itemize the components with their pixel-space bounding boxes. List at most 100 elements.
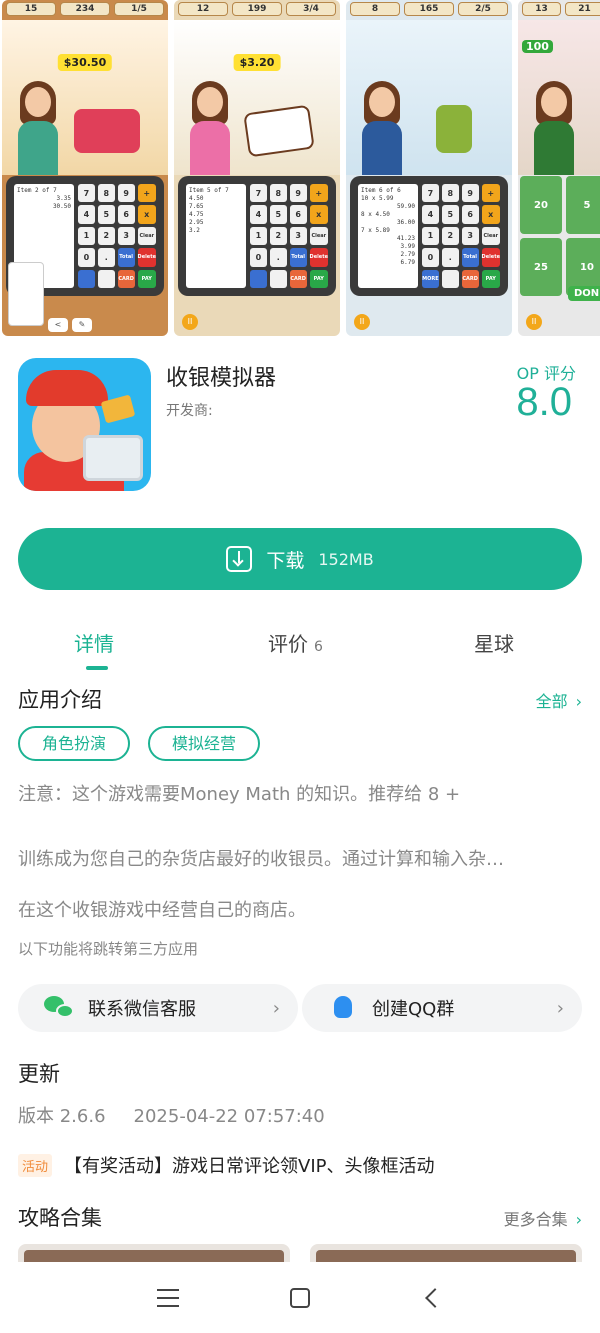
edit-icon: ✎ bbox=[72, 318, 92, 332]
hud-customers: 1/5 bbox=[114, 2, 164, 16]
price-tag: $30.50 bbox=[57, 54, 113, 71]
intro-all-link[interactable]: 全部 › bbox=[536, 688, 582, 712]
tag-role-play[interactable]: 角色扮演 bbox=[18, 726, 131, 761]
qq-group-button[interactable]: 创建QQ群 › bbox=[302, 984, 582, 1032]
intro-line-3: 在这个收银游戏中经营自己的商店。 bbox=[18, 900, 306, 921]
shop-scene: $3.20 bbox=[174, 20, 340, 175]
screenshot-2[interactable]: 12 199 3/4 $3.20 Item 5 of 7 4.50 7.65 4… bbox=[174, 0, 340, 336]
game-hud: 13 21 bbox=[522, 2, 600, 18]
cash-drawer: 20 5 25 10 bbox=[520, 176, 600, 296]
tag-simulation[interactable]: 模拟经营 bbox=[148, 726, 261, 761]
menu-icon bbox=[157, 1288, 179, 1307]
qq-icon bbox=[328, 996, 358, 1020]
keypad: 7 8 9 + 456x 1 2 3 Clear 0. Total Delete CARD PAY bbox=[78, 184, 156, 288]
wechat-service-button[interactable]: 联系微信客服 › bbox=[18, 984, 298, 1032]
system-nav-bar bbox=[0, 1262, 600, 1333]
detail-tabs: 详情 评价 6 星球 bbox=[0, 618, 600, 674]
download-icon bbox=[226, 546, 253, 572]
app-name: 收银模拟器 bbox=[166, 366, 277, 391]
intro-line-2: 训练成为您自己的杂货店最好的收银员。通过计算和输入杂… bbox=[18, 849, 504, 870]
customer-figure bbox=[360, 79, 404, 175]
hud-money: 21 bbox=[565, 2, 600, 16]
customer-figure bbox=[188, 79, 232, 175]
coin-25: 25 bbox=[520, 238, 562, 296]
shop-scene bbox=[346, 20, 512, 175]
event-badge: 活动 bbox=[18, 1153, 53, 1177]
game-hud: 15 234 1/5 bbox=[6, 2, 164, 18]
score-value: 8.0 bbox=[516, 380, 572, 424]
chevron-right-icon: › bbox=[575, 692, 582, 711]
screenshot-carousel[interactable]: 15 234 1/5 $30.50 Item 2 of 7 3.35 30.50… bbox=[0, 0, 600, 338]
back-icon bbox=[425, 1287, 445, 1308]
update-date: 2025-04-22 07:57:40 bbox=[133, 1106, 325, 1127]
download-size: 152MB bbox=[318, 549, 374, 569]
developer-label[interactable]: 开发商: bbox=[166, 400, 213, 420]
hud-coins: 15 bbox=[6, 2, 56, 16]
menu-button[interactable] bbox=[154, 1284, 182, 1312]
tab-details[interactable]: 详情 bbox=[74, 628, 114, 657]
shop-scene: 100 bbox=[518, 20, 600, 175]
customer-figure bbox=[532, 79, 576, 175]
contact-row: 联系微信客服 › 创建QQ群 › bbox=[18, 984, 582, 1032]
wechat-service-label: 联系微信客服 bbox=[88, 999, 196, 1020]
hud-money: 234 bbox=[60, 2, 110, 16]
game-hud: 12 199 3/4 bbox=[178, 2, 336, 18]
hud-money: 199 bbox=[232, 2, 282, 16]
game-hud: 8 165 2/5 bbox=[350, 2, 508, 18]
event-row[interactable]: 活动 【有奖活动】游戏日常评论领VIP、头像框活动 bbox=[18, 1152, 435, 1178]
wechat-icon bbox=[44, 996, 74, 1020]
pause-icon: II bbox=[526, 314, 542, 330]
chevron-right-icon: › bbox=[272, 997, 280, 1019]
bill-5: 5 bbox=[566, 176, 600, 234]
screenshot-1[interactable]: 15 234 1/5 $30.50 Item 2 of 7 3.35 30.50… bbox=[2, 0, 168, 336]
mini-preview bbox=[8, 262, 44, 326]
register-screen: Item 5 of 7 4.50 7.65 4.75 2.95 3.2 bbox=[186, 184, 246, 288]
screenshot-4[interactable]: 13 21 100 20 5 25 10 DONE II bbox=[518, 0, 600, 336]
keypad: 7 8 9 + 456x 1 2 3 Clear 0. Total Delete MORE CAR… bbox=[422, 184, 500, 288]
hud-customers: 2/5 bbox=[458, 2, 508, 16]
active-tab-indicator bbox=[86, 666, 108, 670]
register-screen: Item 6 of 6 10 x 5.99 59.90 8 x 4.50 36.… bbox=[358, 184, 418, 288]
review-count: 6 bbox=[314, 639, 323, 655]
hud-customers: 3/4 bbox=[286, 2, 336, 16]
score-badge: 100 bbox=[522, 40, 553, 53]
cash-register: Item 5 of 7 4.50 7.65 4.75 2.95 3.2 7 8 9 +… bbox=[178, 176, 336, 296]
download-label: 下载 bbox=[266, 549, 305, 572]
cash-register: Item 6 of 6 10 x 5.99 59.90 8 x 4.50 36.… bbox=[350, 176, 508, 296]
qq-group-label: 创建QQ群 bbox=[372, 999, 455, 1020]
customer-figure bbox=[16, 79, 60, 175]
more-guides-link[interactable]: 更多合集 › bbox=[504, 1206, 582, 1230]
hud-money: 165 bbox=[404, 2, 454, 16]
share-icon: < bbox=[48, 318, 68, 332]
home-icon bbox=[290, 1287, 310, 1308]
intro-line-1: 注意：这个游戏需要Money Math 的知识。推荐给 8 + bbox=[18, 784, 461, 805]
pause-icon: II bbox=[182, 314, 198, 330]
price-tag: $3.20 bbox=[233, 54, 281, 71]
tab-reviews[interactable]: 评价 6 bbox=[268, 628, 323, 657]
hud-coins: 13 bbox=[522, 2, 561, 16]
done-button: DONE bbox=[567, 286, 600, 301]
hud-coins: 12 bbox=[178, 2, 228, 16]
app-detail-page: 15 234 1/5 $30.50 Item 2 of 7 3.35 30.50… bbox=[0, 0, 600, 1333]
bill-20: 20 bbox=[520, 176, 562, 234]
pause-icon: II bbox=[354, 314, 370, 330]
download-button[interactable]: 下载 152MB bbox=[18, 528, 582, 590]
version-line: 版本 2.6.6 2025-04-22 07:57:40 bbox=[18, 1102, 325, 1128]
update-title: 更新 bbox=[18, 1062, 60, 1086]
shop-scene: $30.50 bbox=[2, 20, 168, 175]
version-number: 版本 2.6.6 bbox=[18, 1106, 106, 1127]
keypad: 7 8 9 + 456x 1 2 3 Clear 0. Total Delete CARD PAY bbox=[250, 184, 328, 288]
home-button[interactable] bbox=[286, 1284, 314, 1312]
tab-planet[interactable]: 星球 bbox=[474, 628, 514, 657]
tag-list: 角色扮演 模拟经营 bbox=[18, 726, 261, 761]
cookies-item bbox=[243, 104, 315, 158]
event-text: 【有奖活动】游戏日常评论领VIP、头像框活动 bbox=[64, 1156, 435, 1177]
shot-buttons: < ✎ bbox=[48, 318, 92, 332]
third-party-note: 以下功能将跳转第三方应用 bbox=[18, 940, 199, 958]
cake-item bbox=[74, 109, 140, 153]
hud-coins: 8 bbox=[350, 2, 400, 16]
product-item bbox=[436, 105, 472, 153]
app-header: 收银模拟器 开发商: OP 评分 8.0 bbox=[18, 358, 582, 494]
screenshot-3[interactable]: 8 165 2/5 Item 6 of 6 10 x 5.99 59.90 8 … bbox=[346, 0, 512, 336]
back-button[interactable] bbox=[418, 1284, 446, 1312]
